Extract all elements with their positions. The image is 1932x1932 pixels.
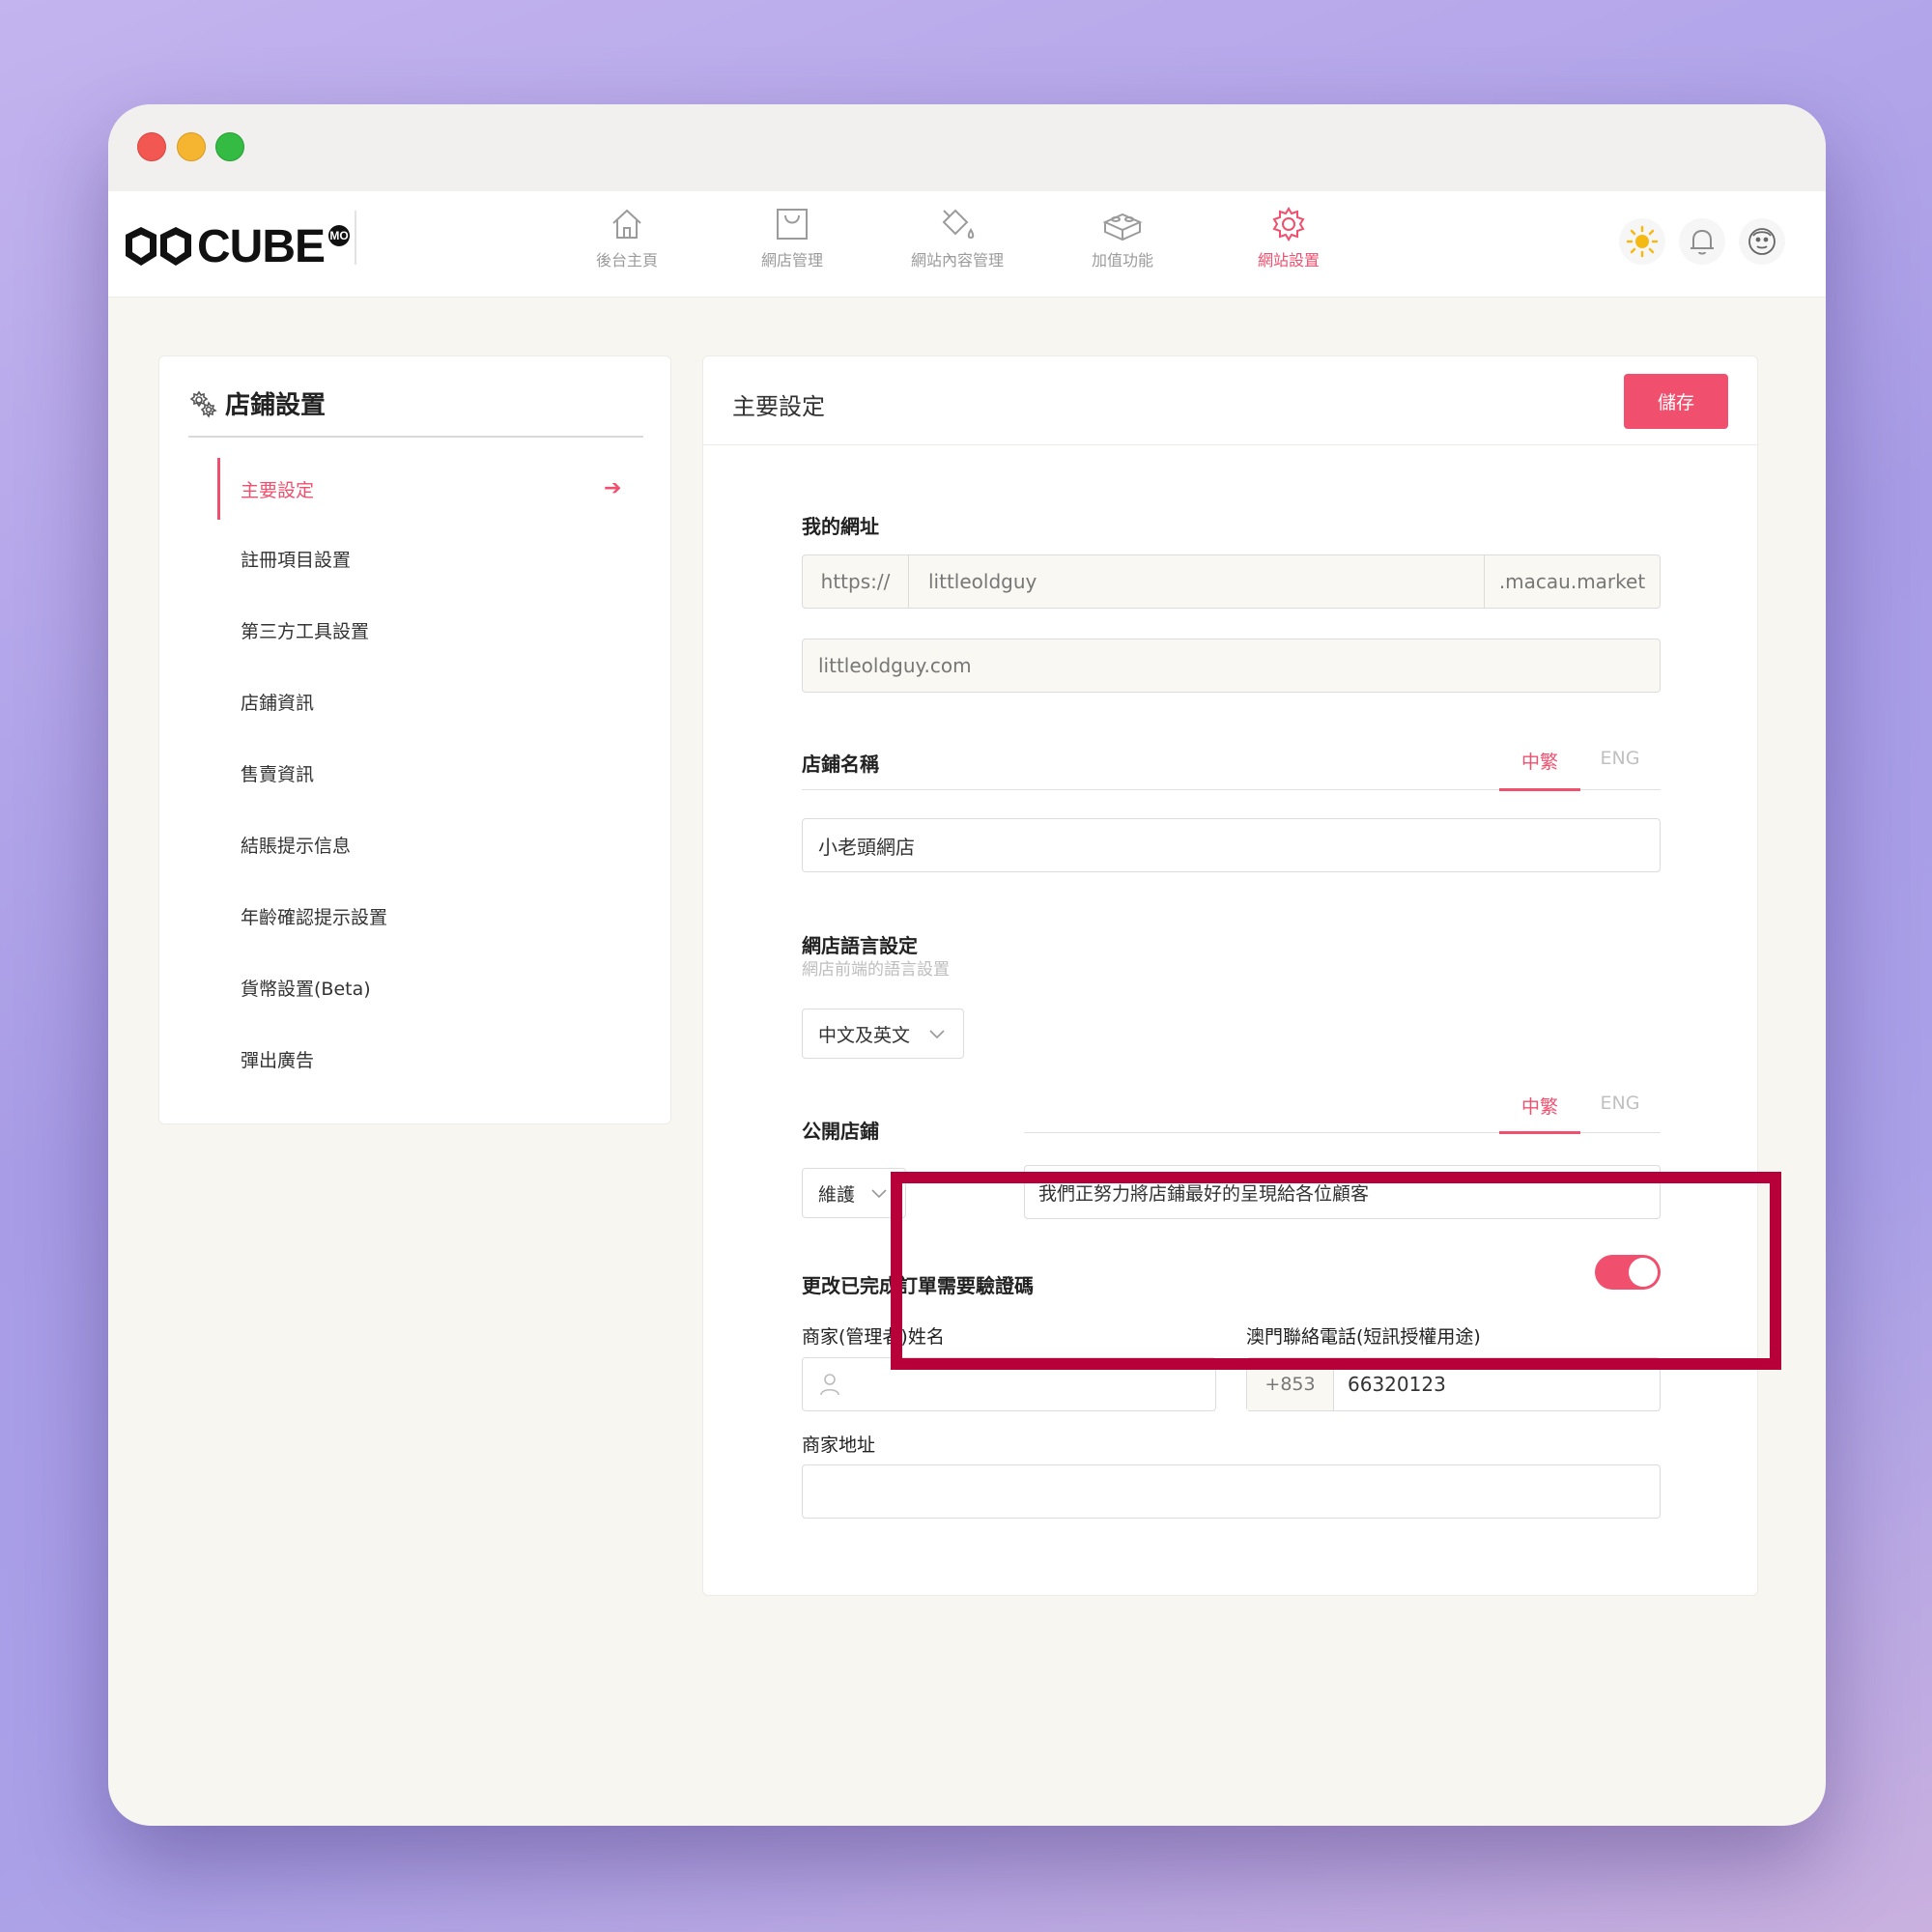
url-suffix: .macau.market [1484,555,1660,608]
tab-shop-name-zh[interactable]: 中繁 [1499,748,1580,774]
shop-name-language-tabs: 中繁 ENG [703,748,1757,786]
nav-shop-management[interactable]: 網店管理 [724,205,860,270]
main-settings-card: 主要設定 儲存 我的網址 https:// littleoldguy .maca… [702,355,1758,1596]
shopping-bag-icon [777,209,808,240]
nav-content-management[interactable]: 網站內容管理 [890,205,1025,270]
shop-name-input[interactable]: 小老頭網店 [802,818,1661,872]
logo-badge: MO [328,225,351,246]
minimize-window-button[interactable] [177,132,206,161]
nav-site-settings[interactable]: 網站設置 [1221,205,1356,270]
sidebar-item-third-party-tools[interactable]: 第三方工具設置 [241,617,369,643]
settings-gears-icon [189,390,217,418]
sun-icon [1626,225,1659,258]
address-input[interactable] [802,1464,1661,1519]
logo[interactable]: CUBE MO [124,220,351,272]
sidebar-item-checkout-message[interactable]: 結賬提示信息 [241,832,351,858]
url-prefix: https:// [803,555,909,608]
close-window-button[interactable] [137,132,166,161]
active-item-indicator [217,458,220,520]
cube-logo-icon [126,227,191,266]
sidebar-item-popup-ads[interactable]: 彈出廣告 [241,1046,314,1072]
address-label: 商家地址 [802,1435,876,1456]
top-nav: CUBE MO 後台主頁 網店管理 網站內容管理 加值功能 網站設置 [108,191,1826,298]
arrow-right-icon: ➔ [604,476,622,500]
sidebar-item-currency-settings[interactable]: 貨幣設置(Beta) [241,975,371,1001]
nav-dashboard-label: 後台主頁 [595,251,658,270]
tab-public-shop-en[interactable]: ENG [1579,1093,1661,1114]
logo-text: CUBE [197,220,326,272]
sidebar-item-age-verification[interactable]: 年齡確認提示設置 [241,903,387,929]
language-sublabel: 網店前端的語言設置 [802,960,950,980]
user-icon [820,1374,839,1396]
lego-brick-icon [1102,213,1143,242]
user-avatar-button[interactable] [1739,218,1785,265]
tab-shop-name-en[interactable]: ENG [1579,748,1661,769]
logo-divider [355,211,356,265]
main-card-header: 主要設定 儲存 [703,356,1757,445]
sidebar-item-registration-settings[interactable]: 註冊項目設置 [241,546,351,572]
language-label: 網店語言設定 [802,934,918,957]
nav-value-added[interactable]: 加值功能 [1055,205,1190,270]
home-icon [612,209,641,239]
tab-public-shop-zh[interactable]: 中繁 [1499,1093,1580,1119]
public-shop-label: 公開店鋪 [802,1120,879,1143]
theme-toggle-button[interactable] [1619,218,1665,265]
gear-icon [1272,207,1305,242]
url-label: 我的網址 [802,515,879,538]
sidebar-divider [188,436,643,438]
save-button[interactable]: 儲存 [1624,374,1728,429]
page-title: 主要設定 [732,393,825,420]
nav-dashboard[interactable]: 後台主頁 [559,205,695,270]
paint-bucket-icon [942,209,975,240]
chevron-down-icon [871,1189,887,1199]
app-window: CUBE MO 後台主頁 網店管理 網站內容管理 加值功能 網站設置 店鋪設置 … [108,104,1826,1826]
sidebar-header: 店鋪設置 [188,385,326,421]
language-select[interactable]: 中文及英文 [802,1009,964,1059]
sidebar-item-shop-info[interactable]: 店鋪資訊 [241,689,314,715]
subdomain-input[interactable]: littleoldguy [909,555,1484,608]
sidebar-item-sales-info[interactable]: 售賣資訊 [241,760,314,786]
nav-shop-management-label: 網店管理 [760,251,823,270]
sidebar-title: 店鋪設置 [225,391,327,420]
chevron-down-icon [929,1030,945,1039]
shop-name-active-tab-underline [1499,788,1580,791]
nav-site-settings-label: 網站設置 [1257,251,1320,270]
nav-value-added-label: 加值功能 [1091,251,1153,270]
url-field: https:// littleoldguy .macau.market [802,554,1661,609]
highlight-box [891,1172,1781,1370]
nav-content-management-label: 網站內容管理 [910,251,1004,270]
bell-icon [1690,229,1714,255]
custom-domain-input[interactable]: littleoldguy.com [802,639,1661,693]
title-bar [108,104,1826,191]
notifications-button[interactable] [1679,218,1725,265]
settings-sidebar: 店鋪設置 主要設定 ➔ 註冊項目設置 第三方工具設置 店鋪資訊 售賣資訊 結賬提… [158,355,671,1124]
public-shop-active-tab-underline [1499,1131,1580,1134]
language-select-value: 中文及英文 [818,1024,911,1046]
maximize-window-button[interactable] [215,132,244,161]
shop-status-value: 維護 [818,1183,856,1206]
sidebar-item-main-settings[interactable]: 主要設定 [241,476,314,502]
avatar-icon [1748,228,1776,255]
